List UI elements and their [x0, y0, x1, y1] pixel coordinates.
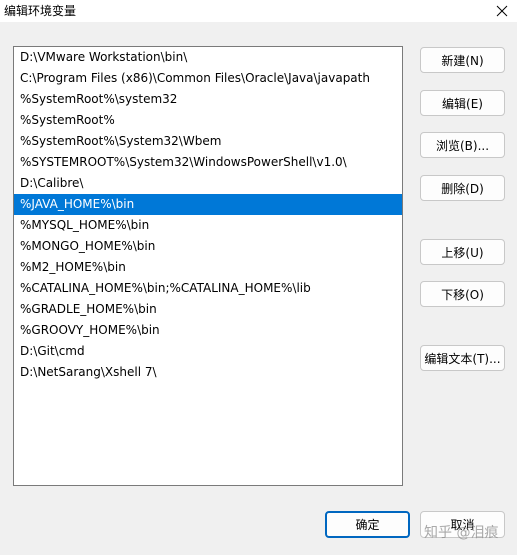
browse-button[interactable]: 浏览(B)... [420, 132, 505, 158]
path-list-item[interactable]: C:\Program Files (x86)\Common Files\Orac… [14, 68, 402, 89]
path-list-item[interactable]: %GROOVY_HOME%\bin [14, 320, 402, 341]
path-list-item[interactable]: %SystemRoot%\System32\Wbem [14, 131, 402, 152]
cancel-button[interactable]: 取消 [420, 511, 505, 538]
path-list-item[interactable]: %GRADLE_HOME%\bin [14, 299, 402, 320]
path-list-item[interactable]: %CATALINA_HOME%\bin;%CATALINA_HOME%\lib [14, 278, 402, 299]
ok-button[interactable]: 确定 [325, 511, 410, 538]
path-list-item[interactable]: %MYSQL_HOME%\bin [14, 215, 402, 236]
path-list[interactable]: D:\VMware Workstation\bin\ C:\Program Fil… [13, 46, 403, 486]
window-title: 编辑环境变量 [4, 4, 77, 18]
close-icon [496, 5, 508, 17]
path-list-item[interactable]: D:\Git\cmd [14, 341, 402, 362]
path-list-item[interactable]: %M2_HOME%\bin [14, 257, 402, 278]
path-list-item[interactable]: D:\NetSarang\Xshell 7\ [14, 362, 402, 383]
path-list-item[interactable]: %JAVA_HOME%\bin [14, 194, 402, 215]
new-button[interactable]: 新建(N) [420, 47, 505, 73]
move-down-button[interactable]: 下移(O) [420, 281, 505, 307]
path-list-item[interactable]: %SystemRoot%\system32 [14, 89, 402, 110]
close-button[interactable] [487, 0, 517, 22]
path-list-item[interactable]: D:\VMware Workstation\bin\ [14, 47, 402, 68]
path-list-item[interactable]: %MONGO_HOME%\bin [14, 236, 402, 257]
move-up-button[interactable]: 上移(U) [420, 239, 505, 265]
title-bar: 编辑环境变量 [0, 0, 517, 22]
path-list-item[interactable]: D:\Calibre\ [14, 173, 402, 194]
path-list-item[interactable]: %SYSTEMROOT%\System32\WindowsPowerShell\… [14, 152, 402, 173]
edit-button[interactable]: 编辑(E) [420, 90, 505, 116]
delete-button[interactable]: 删除(D) [420, 175, 505, 201]
edit-text-button[interactable]: 编辑文本(T)... [420, 345, 505, 371]
path-list-item[interactable]: %SystemRoot% [14, 110, 402, 131]
